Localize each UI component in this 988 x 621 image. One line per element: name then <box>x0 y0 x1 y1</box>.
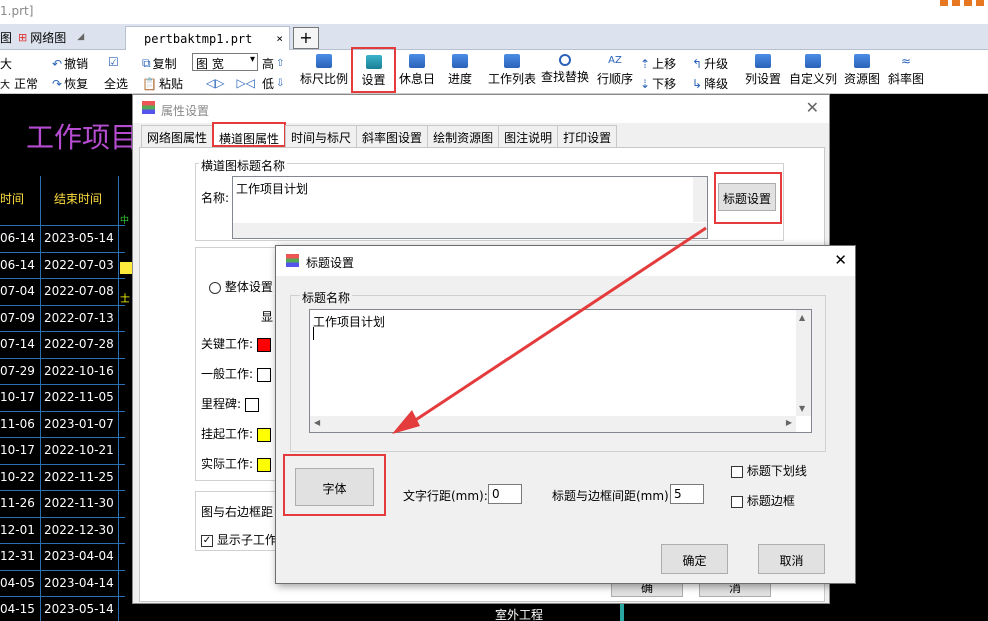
arrow-shaft <box>407 226 707 427</box>
arrow-head-icon <box>392 410 420 434</box>
annotation-arrow <box>392 226 707 434</box>
